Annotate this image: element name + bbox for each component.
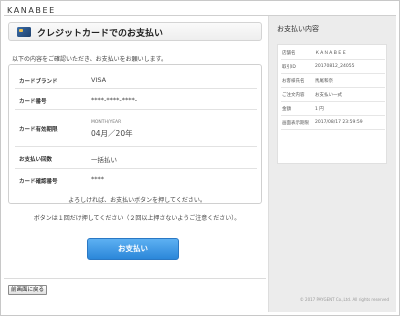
summary-row: 店舗名 ＫＡＮＡＢＥＥ [281, 47, 385, 60]
row-payment-count: お支払い回数 一括払い [15, 148, 257, 169]
main-panel: クレジットカードでのお支払い 以下の内容をご確認いただき、お支払いをお願いします… [4, 16, 266, 312]
row-card-brand: カードブランド VISA [15, 71, 257, 89]
summary-row: 画面表示期限 2017/08/17 23:59:59 [281, 117, 385, 130]
summary-key: 店舗名 [282, 51, 296, 56]
credit-card-icon [17, 27, 31, 37]
summary-row: ご注文内容 お支払い一式 [281, 89, 385, 102]
confirm-note: よろしければ、お支払いボタンを押してください。 [68, 197, 206, 204]
expiry-value: 04月／20年 [91, 129, 133, 138]
card-brand-value: VISA [91, 76, 107, 84]
cvc-value: **** [91, 175, 104, 183]
summary-value: 1 円 [315, 107, 324, 112]
cvc-label: カード確認番号 [19, 179, 58, 185]
summary-value: お支払い一式 [315, 93, 342, 98]
summary-table: 店舗名 ＫＡＮＡＢＥＥ 取引ID 20170812_24055 お客様氏名 馬尾… [277, 44, 387, 164]
summary-row: 金額 1 円 [281, 103, 385, 116]
page-title: クレジットカードでのお支払い [37, 29, 164, 39]
payment-header: クレジットカードでのお支払い [8, 22, 262, 41]
summary-sidebar: お支払い内容 店舗名 ＫＡＮＡＢＥＥ 取引ID 20170812_24055 お… [268, 16, 396, 312]
summary-value: 2017/08/17 23:59:59 [315, 120, 363, 125]
copyright: © 2017 PAYGENT Co.,Ltd. All rights reser… [299, 297, 389, 302]
summary-key: 取引ID [282, 65, 296, 70]
brand-logo: KANABEE [7, 6, 56, 15]
payment-count-value: 一括払い [91, 156, 117, 164]
press-once-note: ボタンは１回だけ押してください（２回以上押さないようご注意ください）。 [33, 215, 241, 222]
expiry-format-hint: MONTH/YEAR [91, 120, 122, 125]
pay-button[interactable]: お支払い [87, 238, 179, 260]
expiry-label: カード有効期限 [19, 127, 58, 133]
summary-value: 馬尾和奈 [315, 79, 333, 84]
summary-key: お客様氏名 [282, 79, 305, 84]
summary-key: 画面表示期限 [282, 121, 309, 126]
summary-title: お支払い内容 [277, 25, 319, 33]
summary-key: ご注文内容 [282, 93, 305, 98]
row-cvc: カード確認番号 **** [15, 170, 257, 190]
row-expiry: カード有効期限 MONTH/YEAR 04月／20年 [15, 111, 257, 147]
summary-value: 20170812_24055 [315, 64, 355, 69]
card-number-value: ****-****-****- [91, 96, 138, 104]
card-brand-label: カードブランド [19, 79, 58, 85]
summary-key: 金額 [282, 107, 291, 112]
card-info-box: カードブランド VISA カード番号 ****-****-****- カード有効… [8, 64, 262, 204]
payment-count-label: お支払い回数 [19, 157, 53, 163]
row-card-number: カード番号 ****-****-****- [15, 90, 257, 110]
summary-row: 取引ID 20170812_24055 [281, 61, 385, 74]
intro-text: 以下の内容をご確認いただき、お支払いをお願いします。 [12, 56, 167, 63]
bottom-divider [4, 278, 266, 279]
summary-row: お客様氏名 馬尾和奈 [281, 75, 385, 88]
back-button[interactable]: 前画面に戻る [8, 285, 48, 295]
summary-value: ＫＡＮＡＢＥＥ [315, 51, 347, 56]
card-number-label: カード番号 [19, 99, 47, 105]
